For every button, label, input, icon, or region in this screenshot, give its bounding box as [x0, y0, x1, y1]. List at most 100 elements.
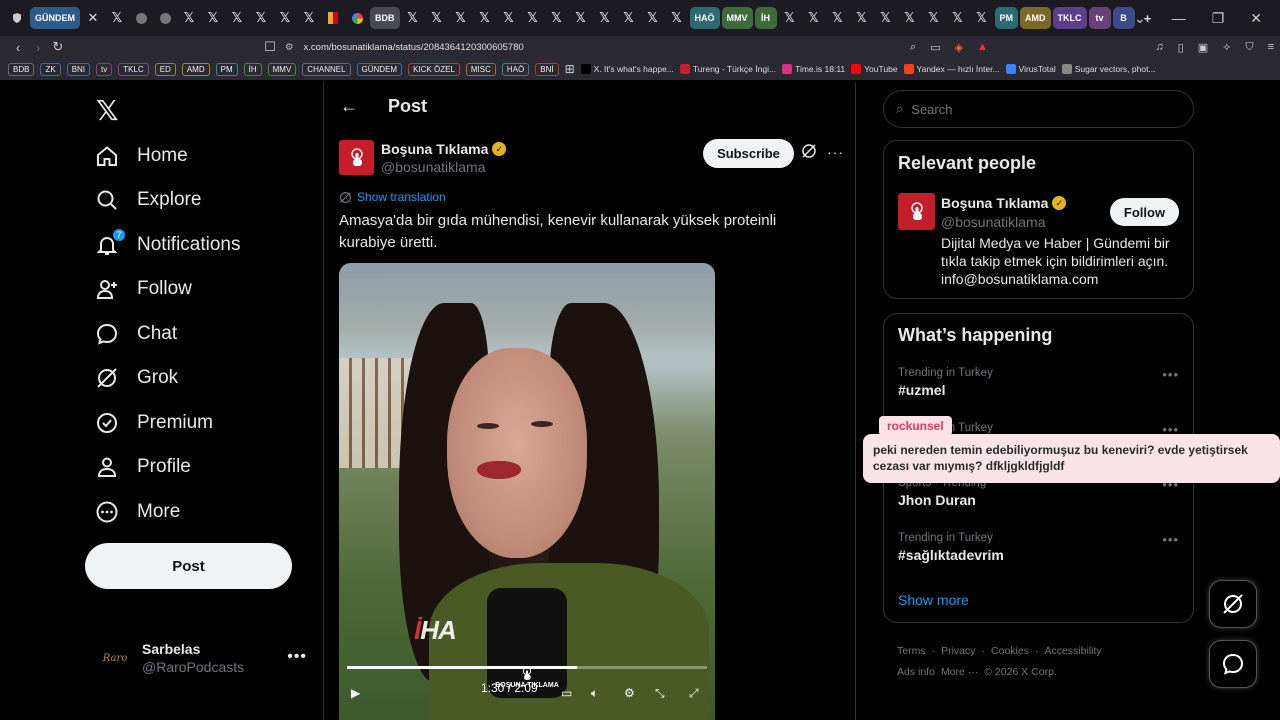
nav-item-home[interactable]: Home — [95, 134, 188, 178]
browser-tab-group[interactable]: İH — [754, 7, 777, 29]
bookmark-folder[interactable]: PM — [215, 62, 238, 76]
browser-tab[interactable]: 𝕏 — [899, 7, 921, 29]
nav-item-premium[interactable]: Premium — [95, 401, 213, 445]
nav-item-profile[interactable]: Profile — [95, 445, 191, 489]
browser-tab-group[interactable]: B — [1112, 7, 1135, 29]
volume-icon[interactable]: 🔈︎ — [591, 686, 598, 701]
browser-tab-group[interactable]: PM — [994, 7, 1018, 29]
show-translation-link[interactable]: Show translation — [339, 190, 446, 204]
trend-name[interactable]: #uzmel — [898, 382, 1183, 398]
browser-tab[interactable]: 𝕏 — [779, 7, 801, 29]
bookmark-folder[interactable]: İH — [243, 62, 262, 76]
bookmark-folder[interactable]: BNİ — [535, 62, 559, 76]
trend-name[interactable]: Jhon Duran — [898, 492, 1183, 508]
minimize-icon[interactable]: — — [1172, 10, 1186, 26]
address-bar[interactable]: ⚙ x.com/bosunatiklama/status/20843641203… — [285, 36, 524, 58]
browser-tab[interactable]: 𝕏 — [803, 7, 825, 29]
browser-tab[interactable]: 𝕏 — [426, 7, 448, 29]
sidebar-icon[interactable]: ▯ — [1178, 41, 1184, 54]
footer-link[interactable]: © 2026 X Corp. — [984, 666, 1057, 678]
subscribe-button[interactable]: Subscribe — [703, 139, 794, 168]
back-icon[interactable]: ‹ — [8, 40, 28, 55]
wallet-icon[interactable]: ▣ — [1198, 41, 1208, 54]
nav-item-label[interactable]: Chat — [137, 323, 177, 345]
nav-item-grok[interactable]: Grok — [95, 356, 178, 400]
cast-icon[interactable]: ▭ — [930, 41, 940, 54]
browser-tab[interactable]: 𝕏 — [106, 7, 128, 29]
footer-link[interactable]: Cookies — [991, 645, 1029, 657]
footer-link[interactable]: Privacy — [941, 645, 975, 657]
site-settings-icon[interactable]: ⚙ — [285, 42, 294, 53]
browser-tab[interactable]: 𝕏 — [402, 7, 424, 29]
browser-tab[interactable] — [130, 7, 152, 29]
author-name[interactable]: Boşuna Tıklama ✓ — [381, 141, 507, 157]
author-handle[interactable]: @bosunatiklama — [381, 159, 486, 175]
author-name-text[interactable]: Boşuna Tıklama — [381, 141, 488, 157]
footer-link[interactable]: More ··· — [941, 666, 978, 678]
author-avatar[interactable] — [339, 140, 374, 175]
account-switcher[interactable]: Raro Sarbelas @RaroPodcasts ••• — [97, 638, 307, 678]
shield-icon[interactable] — [6, 7, 28, 29]
footer-link[interactable]: Accessibility — [1044, 645, 1101, 657]
footer-link[interactable]: Terms — [897, 645, 926, 657]
relevant-person-name-text[interactable]: Boşuna Tıklama — [941, 195, 1048, 211]
forward-icon[interactable]: › — [28, 40, 48, 55]
bookmark-folder[interactable]: BNI — [66, 62, 91, 76]
nav-item-notifications[interactable]: 7 Notifications — [95, 223, 241, 267]
menu-icon[interactable]: ≡ — [1268, 41, 1274, 53]
bookmark-folder[interactable]: TKLC — [118, 62, 149, 76]
settings-icon[interactable]: ⚙ — [624, 686, 635, 700]
vpn-icon[interactable]: ⛉ — [1245, 41, 1253, 54]
bookmark-link[interactable]: YouTube — [851, 64, 898, 74]
messages-fab-button[interactable] — [1209, 640, 1257, 688]
play-icon[interactable]: ▶ — [351, 686, 360, 700]
more-dots-icon[interactable]: ••• — [1162, 367, 1179, 382]
nav-item-label[interactable]: Home — [137, 145, 188, 167]
relevant-person-name[interactable]: Boşuna Tıklama ✓ — [941, 195, 1067, 211]
bookmark-link[interactable]: Yandex — hızlı İnter... — [903, 64, 1000, 74]
grok-icon[interactable] — [801, 143, 817, 164]
bookmark-folder[interactable]: tv — [96, 62, 113, 76]
bookmark-link[interactable]: X. It's what's happe... — [580, 64, 674, 74]
browser-tab[interactable]: 𝕏 — [450, 7, 472, 29]
bookmark-label[interactable]: VirusTotal — [1019, 64, 1056, 74]
nav-item-label[interactable]: Premium — [137, 412, 213, 434]
close-window-icon[interactable]: ✕ — [1250, 10, 1262, 27]
bookmark-folder[interactable]: AMD — [181, 62, 210, 76]
bookmark-folder[interactable]: CHANNEL — [302, 62, 351, 76]
reload-icon[interactable]: ↻ — [48, 39, 68, 55]
nav-item-follow[interactable]: Follow — [95, 267, 192, 311]
browser-tab[interactable]: 𝕏 — [498, 7, 520, 29]
browser-tab[interactable]: 𝕏 — [202, 7, 224, 29]
bookmark-link[interactable]: Tureng - Türkçe İngi... — [679, 64, 776, 74]
browser-tab[interactable] — [346, 7, 368, 29]
nav-item-chat[interactable]: Chat — [95, 312, 177, 356]
bookmark-page-icon[interactable]: ☐ — [260, 39, 280, 55]
browser-tab[interactable]: 𝕏 — [178, 7, 200, 29]
browser-tab[interactable]: 𝕏 — [298, 7, 320, 29]
browser-tab[interactable]: 𝕏 — [226, 7, 248, 29]
browser-tab[interactable]: 𝕏 — [570, 7, 592, 29]
bookmark-label[interactable]: Time.is 18:11 — [795, 64, 845, 74]
nav-item-label[interactable]: Explore — [137, 189, 201, 211]
bookmark-folder[interactable]: ZK — [40, 62, 61, 76]
browser-tab[interactable]: 𝕏 — [971, 7, 993, 29]
browser-tab[interactable]: 𝕏 — [947, 7, 969, 29]
browser-tab[interactable]: 𝕏 — [827, 7, 849, 29]
bookmark-link[interactable]: Time.is 18:11 — [782, 64, 845, 74]
bookmark-folder[interactable]: MISC — [465, 62, 496, 76]
browser-tab-group[interactable]: BDB — [370, 7, 400, 29]
browser-tab-group[interactable]: HAÖ — [689, 7, 720, 29]
extension-icon[interactable]: ✧ — [1222, 41, 1231, 54]
browser-tab[interactable] — [154, 7, 176, 29]
browser-tab-group[interactable]: tv — [1088, 7, 1111, 29]
bookmark-folder[interactable]: ED — [154, 62, 176, 76]
bookmark-label[interactable]: Sugar vectors, phot... — [1075, 64, 1156, 74]
bookmark-folder[interactable]: BDB — [8, 62, 35, 76]
relevant-person-avatar[interactable] — [898, 193, 935, 230]
nav-item-explore[interactable]: Explore — [95, 178, 201, 222]
browser-tab[interactable]: 𝕏 — [274, 7, 296, 29]
browser-tab[interactable] — [322, 7, 344, 29]
grok-fab-button[interactable] — [1209, 580, 1257, 628]
more-dots-icon[interactable]: ··· — [827, 144, 844, 160]
